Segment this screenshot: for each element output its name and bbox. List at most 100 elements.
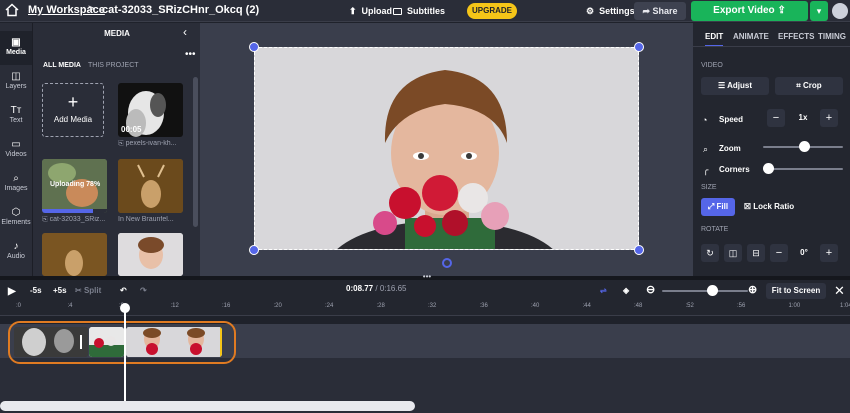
upload-button[interactable]: ⬆ Upload xyxy=(349,3,392,19)
ruler-tick-label: :16 xyxy=(222,303,231,309)
plus-icon: + xyxy=(67,92,79,112)
snap-icon[interactable]: ⇌ xyxy=(600,284,607,298)
rail-item-text[interactable]: Tт Text xyxy=(0,99,32,133)
rail-item-images[interactable]: ⌕ Images xyxy=(0,167,32,201)
timeline-scrollbar[interactable] xyxy=(0,401,415,411)
flip-vertical-icon[interactable]: ⊟ xyxy=(747,244,765,262)
adjust-button[interactable]: ☰ Adjust xyxy=(701,77,769,95)
skip-back-button[interactable]: -5s xyxy=(30,284,42,298)
lock-ratio-toggle[interactable]: ☒ Lock Ratio xyxy=(739,198,799,216)
timeline-zoom-knob[interactable] xyxy=(707,285,718,296)
time-readout: 0:08.77 / 0:16.65 xyxy=(346,284,407,293)
upgrade-button[interactable]: UPGRADE xyxy=(467,3,517,19)
more-options-icon[interactable]: ••• xyxy=(185,49,196,60)
skip-forward-button[interactable]: +5s xyxy=(53,284,67,298)
media-tile-label: ⎘ cat-32033_SRiz... xyxy=(42,216,106,223)
add-media-button[interactable]: + Add Media xyxy=(42,83,104,137)
media-tile-pexels[interactable]: 00:05 xyxy=(118,83,183,137)
speed-increase-button[interactable]: + xyxy=(820,109,838,127)
audio-wave-icon[interactable]: ◈ xyxy=(623,284,629,298)
sliders-icon: ☰ xyxy=(718,81,726,90)
tab-timing[interactable]: TIMING xyxy=(818,32,846,41)
fit-to-screen-button[interactable]: Fit to Screen xyxy=(766,283,826,299)
tab-all-media[interactable]: ALL MEDIA xyxy=(43,62,81,69)
play-icon[interactable]: ▶ xyxy=(8,285,16,299)
rail-item-layers[interactable]: ◫ Layers xyxy=(0,65,32,99)
rotate-decrease-button[interactable]: − xyxy=(770,244,788,262)
ruler-tick-label: :0 xyxy=(16,303,22,309)
media-scrollbar[interactable] xyxy=(193,77,198,227)
rail-item-videos[interactable]: ▭ Videos xyxy=(0,133,32,167)
media-tile-deer-2[interactable] xyxy=(42,233,107,276)
zoom-slider-knob[interactable] xyxy=(798,141,810,152)
rotate-icon[interactable]: ↻ xyxy=(701,244,719,262)
scissors-icon: ✂ xyxy=(75,286,82,295)
playhead-handle[interactable] xyxy=(120,303,130,313)
rail-item-audio[interactable]: ♪ Audio xyxy=(0,235,32,269)
corners-slider-track[interactable] xyxy=(763,168,843,170)
fill-button[interactable]: ⤢ Fill xyxy=(701,198,735,216)
resize-handle-top-right[interactable] xyxy=(634,42,644,52)
media-tile-cat[interactable]: Uploading 78% xyxy=(42,159,107,213)
settings-button[interactable]: ⚙ Settings xyxy=(586,3,635,19)
media-tile-label: In New Braunfel... xyxy=(118,216,174,223)
tab-animate[interactable]: ANIMATE xyxy=(733,32,769,41)
export-options-button[interactable]: ▾ xyxy=(810,1,828,21)
media-panel-title: MEDIA xyxy=(104,29,130,38)
media-panel: MEDIA ‹ ••• ALL MEDIA THIS PROJECT + Add… xyxy=(32,23,200,276)
ruler-tick-label: :28 xyxy=(376,303,385,309)
resize-handle-top-left[interactable] xyxy=(249,42,259,52)
tab-edit[interactable]: EDIT xyxy=(705,32,724,47)
ruler-tick-label: :32 xyxy=(428,303,437,309)
ruler-tick-label: :24 xyxy=(325,303,334,309)
redo-icon[interactable]: ↷ xyxy=(140,284,147,298)
share-button[interactable]: ➦ Share xyxy=(634,2,686,20)
properties-panel: EDIT ANIMATE EFFECTS TIMING VIDEO ☰ Adju… xyxy=(693,23,850,276)
timeline-zoom-track[interactable] xyxy=(662,290,748,292)
playhead[interactable] xyxy=(124,306,126,406)
media-tile-deer[interactable] xyxy=(118,159,183,213)
avatar[interactable] xyxy=(832,3,848,19)
crop-button[interactable]: ⌗ Crop xyxy=(775,77,843,95)
ruler-tick-label: :56 xyxy=(737,303,746,309)
resize-handle-bottom-left[interactable] xyxy=(249,245,259,255)
zoom-in-icon[interactable]: ⊕ xyxy=(748,283,757,297)
upload-status: Uploading 78% xyxy=(50,181,101,188)
undo-icon[interactable]: ↶ xyxy=(120,284,127,298)
media-icon: ▣ xyxy=(11,37,21,48)
rail-item-elements[interactable]: ⬡ Elements xyxy=(0,201,32,235)
resize-handle-bottom-right[interactable] xyxy=(634,245,644,255)
images-icon: ⌕ xyxy=(13,173,19,184)
ruler-tick-label: :12 xyxy=(170,303,179,309)
tab-this-project[interactable]: THIS PROJECT xyxy=(88,62,139,69)
collapse-panel-icon[interactable]: ‹ xyxy=(183,25,187,39)
home-icon[interactable] xyxy=(4,3,20,19)
ruler-tick-label: :36 xyxy=(479,303,488,309)
video-canvas[interactable] xyxy=(254,47,639,250)
export-video-button[interactable]: Export Video ⇪ xyxy=(691,1,808,21)
breadcrumb-separator: > xyxy=(88,3,95,15)
corner-icon: ╭ xyxy=(703,165,709,175)
speed-decrease-button[interactable]: − xyxy=(767,109,785,127)
ruler-tick-label: :48 xyxy=(634,303,643,309)
checkbox-icon: ☒ xyxy=(743,202,752,211)
size-section-label: SIZE xyxy=(701,184,717,191)
media-tile-label: ⎘ pexels-ivan-kh... xyxy=(118,140,177,147)
split-button[interactable]: ✂ Split xyxy=(75,284,101,298)
video-frame-image xyxy=(255,48,638,249)
zoom-out-icon[interactable]: ⊖ xyxy=(646,283,655,297)
close-icon[interactable]: ✕ xyxy=(834,283,845,299)
rail-item-media[interactable]: ▣ Media xyxy=(0,31,32,65)
corners-slider-knob[interactable] xyxy=(763,163,774,174)
tab-effects[interactable]: EFFECTS xyxy=(778,32,814,41)
elements-icon: ⬡ xyxy=(11,207,21,218)
ruler-tick-label: :44 xyxy=(582,303,591,309)
rotate-increase-button[interactable]: + xyxy=(820,244,838,262)
corners-label: Corners xyxy=(719,165,750,174)
subtitles-button[interactable]: Subtitles xyxy=(393,3,445,19)
tab-divider xyxy=(693,46,850,47)
rotate-handle[interactable] xyxy=(442,258,452,268)
media-tile-boy[interactable] xyxy=(118,233,183,276)
flip-horizontal-icon[interactable]: ◫ xyxy=(724,244,742,262)
project-title[interactable]: cat-32033_SRizCHnr_Okcq (2) xyxy=(102,4,259,16)
